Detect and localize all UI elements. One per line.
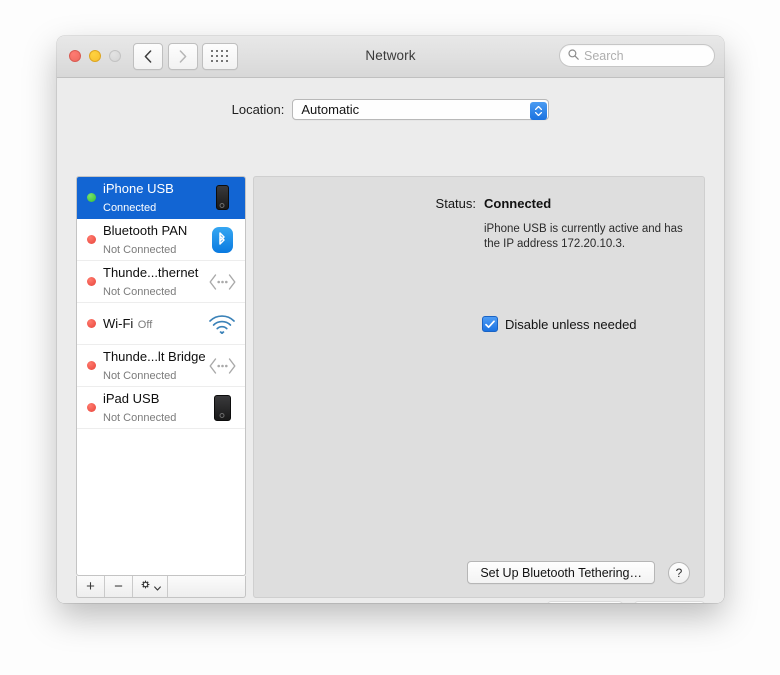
plus-icon: + xyxy=(86,578,95,595)
disable-unless-needed-label: Disable unless needed xyxy=(505,316,637,332)
status-label: Status: xyxy=(435,196,476,211)
service-name: Thunde...lt Bridge xyxy=(103,348,206,364)
apply-button[interactable]: Apply xyxy=(634,601,705,603)
wifi-icon xyxy=(207,314,237,334)
status-dot-disconnected xyxy=(87,403,96,412)
service-status: Not Connected xyxy=(103,369,177,382)
service-name: iPad USB xyxy=(103,390,160,406)
search-field[interactable]: Search xyxy=(559,44,715,67)
status-dot-connected xyxy=(87,193,96,202)
status-value: Connected xyxy=(484,196,552,211)
network-preferences-window: Network Search Location: Automatic iPhon… xyxy=(57,36,724,603)
thunderbolt-icon xyxy=(207,273,237,290)
disable-unless-needed-row[interactable]: Disable unless needed xyxy=(482,316,637,332)
set-up-bluetooth-tethering-button[interactable]: Set Up Bluetooth Tethering… xyxy=(467,561,655,584)
minus-icon: − xyxy=(114,578,123,595)
location-row: Location: Automatic xyxy=(57,99,724,120)
location-value: Automatic xyxy=(301,102,360,117)
service-name: Bluetooth PAN xyxy=(103,222,188,238)
service-name: Wi-Fi xyxy=(103,315,134,331)
service-status: Off xyxy=(137,318,153,331)
services-list-toolbar: + − xyxy=(76,576,246,598)
service-status: Not Connected xyxy=(103,285,177,298)
iphone-icon xyxy=(207,185,237,210)
service-row-iphone-usb[interactable]: iPhone USB Connected xyxy=(77,177,245,219)
thunderbolt-icon xyxy=(207,357,237,374)
remove-service-button[interactable]: − xyxy=(105,576,133,597)
gear-icon xyxy=(139,578,152,596)
service-name: iPhone USB xyxy=(103,180,174,196)
bluetooth-icon xyxy=(207,226,237,253)
window-titlebar: Network Search xyxy=(57,36,724,78)
status-dot-disconnected xyxy=(87,361,96,370)
status-description: iPhone USB is currently active and has t… xyxy=(484,223,683,250)
service-detail-pane: Status: Connected iPhone USB is currentl… xyxy=(253,176,705,598)
status-dot-disconnected xyxy=(87,319,96,328)
add-service-button[interactable]: + xyxy=(77,576,105,597)
checkmark-icon xyxy=(485,319,495,328)
service-row-ipad-usb[interactable]: iPad USB Not Connected xyxy=(77,387,245,429)
detail-pane-buttons: Set Up Bluetooth Tethering… ? xyxy=(467,561,690,584)
service-status: Not Connected xyxy=(103,411,177,424)
window-footer-buttons: Revert Apply xyxy=(547,601,705,603)
window-content: Location: Automatic iPhone USB Connected xyxy=(57,78,724,603)
location-label: Location: xyxy=(231,102,285,117)
status-dot-disconnected xyxy=(87,235,96,244)
chevron-down-icon xyxy=(154,578,161,596)
service-status: Not Connected xyxy=(103,243,177,256)
search-placeholder: Search xyxy=(584,48,624,63)
revert-button[interactable]: Revert xyxy=(547,601,624,603)
location-popup-button[interactable]: Automatic xyxy=(292,99,550,120)
network-services-list[interactable]: iPhone USB Connected Bluetooth PAN Not C… xyxy=(76,176,246,576)
service-row-wifi[interactable]: Wi-Fi Off xyxy=(77,303,245,345)
status-dot-disconnected xyxy=(87,277,96,286)
help-button[interactable]: ? xyxy=(668,561,690,584)
service-status: Connected xyxy=(103,201,157,214)
search-icon xyxy=(568,47,579,65)
service-row-thunderbolt-bridge[interactable]: Thunde...lt Bridge Not Connected xyxy=(77,345,245,387)
disable-unless-needed-checkbox[interactable] xyxy=(482,316,498,332)
service-actions-button[interactable] xyxy=(133,576,168,597)
service-row-thunderbolt-ethernet[interactable]: Thunde...thernet Not Connected xyxy=(77,261,245,303)
toolbar-filler xyxy=(168,576,245,597)
ipad-icon xyxy=(207,394,237,421)
service-name: Thunde...thernet xyxy=(103,264,199,280)
chevron-updown-icon xyxy=(529,101,547,120)
service-row-bluetooth-pan[interactable]: Bluetooth PAN Not Connected xyxy=(77,219,245,261)
